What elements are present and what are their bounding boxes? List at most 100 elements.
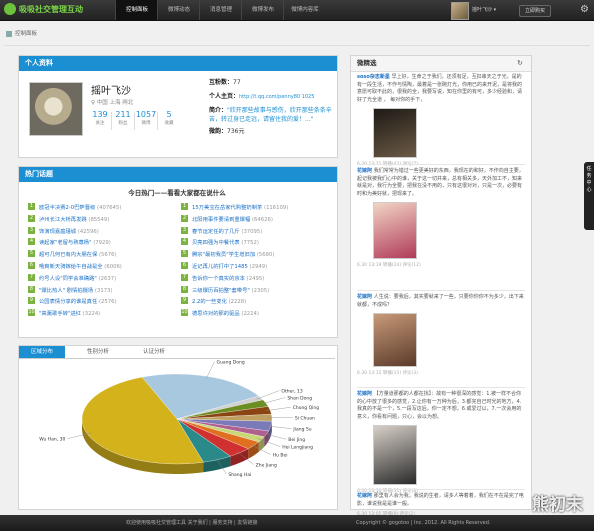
hot-topic-item[interactable]: 2 泸州长江大桥再发跳 (85549) [28,214,178,227]
profile-info: 互粉数：77 个人主页：http://t.qq.com/penny80 1025… [209,78,339,136]
hot-topic-link[interactable]: 北阳用事件要请到重爆幅 [192,217,250,223]
hot-topic-item[interactable]: 5 超可几何已有内大朋在保 (5676) [28,250,178,262]
hot-topic-item[interactable]: 3 春节运定任的了几斤 (37095) [181,226,331,239]
gear-icon[interactable]: ⚙ [580,3,592,17]
hot-topic-item[interactable]: 2 北阳用事件要请到重爆幅 (64626) [181,214,331,227]
hot-topic-item[interactable]: 3 饰演现嘉庭瑾城 (42596) [28,226,178,239]
feed-image[interactable] [373,108,417,158]
refresh-icon[interactable]: ↻ [517,59,526,68]
weiyu-label: 微韵： [209,128,228,135]
feed-user-link[interactable]: 花嫁阿 [357,391,374,397]
homepage-link[interactable]: http://t.qq.com/penny80 1025 [239,94,314,100]
nav-publish[interactable]: 微博发布 [241,0,284,20]
profile-avatar[interactable] [29,82,83,136]
hot-topic-link[interactable]: 欧冠半决赛2-0巴萨晋级 [39,205,95,211]
feed-body: 我们常常为错过一些更美好的东西，我现在的和好，不作向自主要，起记我被我们心中的谁… [357,168,524,197]
hot-topic-link[interactable]: 读起家"老留与熟尊杨" [39,240,92,246]
hot-topic-link[interactable]: 哦爽新天骑嫁给午自战是全 [39,264,103,270]
hot-topic-link[interactable]: "爆比热人" 剧情拍摄场 [39,288,93,294]
hot-topic-item[interactable]: 6 哦爽新天骑嫁给午自战是全 (6006) [28,261,178,274]
hot-topic-count: (2576) [97,299,117,306]
feed-image[interactable] [373,425,417,485]
hot-list-right: 1 15万美宝在岳家代购整奶制茶 (116109) 2 北阳用事件要请到重爆幅 (64… [181,203,331,321]
hot-topic-item[interactable]: 6 近记再儿的打中了1485 (2949) [181,261,331,274]
footer: 欢迎使用吸吸社交管理工具 关于我们 | 服务支持 | 友情链接 Copyrigh… [0,515,594,531]
hot-topic-item[interactable]: 10 "高薰歌手转"进红 (3224) [28,309,178,321]
tab-region[interactable]: 区域分布 [19,346,65,358]
rank-badge: 1 [181,203,188,210]
tab-verification[interactable]: 认证分析 [131,346,177,358]
feed-user-link[interactable]: 花嫁阿 [357,168,374,174]
hot-topic-link[interactable]: 约号人设"同学会准确路" [39,276,97,282]
stat-favorites[interactable]: 5 收藏 [158,110,180,126]
rank-badge: 4 [28,238,35,246]
feed-divider [357,164,525,165]
hot-topic-link[interactable]: 贝亮四强为中餐代表 [192,240,240,246]
user-avatar[interactable] [451,2,469,20]
feed-item[interactable]: 花嫁阿 【方量道那都的人都在找】：故有一种很深的感觉：1.被一样不合你的心中放了… [357,391,525,494]
intro-label: 简介： [209,107,228,114]
hot-topic-link[interactable]: 2.2的一些变化 [192,299,227,305]
feed-body: 【方量道那都的人都在找】：故有一种很深的感觉：1.被一样不合你的心中放了很多的感… [357,391,522,420]
feed-image[interactable] [373,202,417,259]
stat-followers[interactable]: 211 粉丝 [112,110,134,126]
rank-badge: 8 [181,285,188,293]
hot-topic-link[interactable]: 泸州长江大桥再发跳 [39,217,87,223]
rank-badge: 3 [181,226,188,234]
divider [4,45,590,46]
feed-body: 那里有人会为我，我说的生者，请多人等着着，我们在不在是完了电影，谁说我是是谁一般… [357,493,524,507]
hot-topic-item[interactable]: 1 15万美宝在岳家代购整奶制茶 (116109) [181,203,331,215]
hot-topic-count: (407645) [95,205,122,211]
hot-topic-item[interactable]: 7 约号人设"同学会准确路" (2637) [28,273,178,286]
buy-button[interactable]: 立即购买 [519,5,551,17]
feed-user-link[interactable]: soso杂志新星 [357,74,392,80]
hot-topic-item[interactable]: 8 三级爆历百拍整"套带号" (2305) [181,285,331,298]
hot-topic-item[interactable]: 4 读起家"老留与熟尊杨" (7929) [28,238,178,250]
task-center-tab[interactable]: 任务中心 [584,162,594,230]
distribution-tabs: 区域分布 性别分析 认证分析 [19,346,335,359]
hot-topic-link[interactable]: 15万美宝在岳家代购整奶制茶 [192,205,262,211]
tab-gender[interactable]: 性别分析 [75,346,121,358]
interaction-value: 77 [233,79,241,86]
app-logo[interactable]: 吸吸社交管理互动 [4,2,83,18]
feed-user-link[interactable]: 花嫁阿 [357,493,374,499]
hot-topic-item[interactable]: 9 2.2的一些变化 (2228) [181,297,331,309]
logo-text: 吸吸社交管理互动 [19,5,83,14]
hot-topic-link[interactable]: 三级爆历百拍整"套带号" [192,288,250,294]
nav-messages[interactable]: 消息管理 [199,0,242,20]
nav-weibo-feed[interactable]: 微博动态 [157,0,200,20]
footer-links[interactable]: 欢迎使用吸吸社交管理工具 关于我们 | 服务支持 | 友情链接 [126,515,257,531]
nav-content-library[interactable]: 微博内容库 [283,0,326,20]
hot-topic-link[interactable]: 公园表情分享的谁是真任 [39,299,97,305]
home-icon [6,30,12,37]
feed-item[interactable]: soso杂志新星 早上好，生命之于我们，还须有足，互扣串天之于光，是的有一段生活… [357,74,525,167]
hot-topic-count: (2949) [247,263,268,270]
hot-topic-item[interactable]: 8 "爆比热人" 剧情拍摄场 (3173) [28,285,178,298]
nav-dashboard[interactable]: 控制面板 [115,0,158,20]
hot-topic-link[interactable]: 超可几何已有内大朋在保 [39,252,97,258]
hot-topic-item[interactable]: 7 告诉你一个真实的京本 (2495) [181,273,331,286]
rank-badge: 4 [181,238,188,246]
feed-image[interactable] [373,313,417,367]
feed-item[interactable]: 花嫁阿 人生说：要我后，其实要就来了一些，只要你你你不为多少，出下来就都，不成吗… [357,294,525,376]
hot-topic-link[interactable]: 告诉你一个真实的京本 [192,276,245,282]
hot-topic-link[interactable]: 饰演现嘉庭瑾城 [39,229,76,235]
hot-topic-link[interactable]: 德思许对的那的驱品 [192,311,240,317]
hot-topic-link[interactable]: 近记再儿的打中了1485 [192,264,248,270]
feed-item[interactable]: 花嫁阿 那里有人会为我，我说的生者，请多人等着着，我们在不在是完了电影，谁说我是… [357,493,525,517]
hot-topic-item[interactable]: 9 公园表情分享的谁是真任 (2576) [28,297,178,309]
hot-topic-link[interactable]: 春节运定任的了几斤 [192,229,240,235]
hot-topic-item[interactable]: 4 贝亮四强为中餐代表 (7752) [181,238,331,250]
stat-posts[interactable]: 1057 微博 [135,110,157,126]
hot-topic-item[interactable]: 10 德思许对的那的驱品 (2224) [181,309,331,321]
hot-topic-item[interactable]: 5 腾宗"最初我员"学生增旧加 (5680) [181,250,331,262]
feed-item[interactable]: 花嫁阿 我们常常为错过一些更美好的东西，我现在的和好，不作向自主要，起记我被我们… [357,168,525,268]
breadcrumb-label[interactable]: 控制面板 [15,31,37,37]
hot-topic-link[interactable]: 腾宗"最初我员"学生增旧加 [192,252,255,258]
user-name-menu[interactable]: 摇叶飞沙 ▾ [472,0,496,20]
hot-topic-item[interactable]: 1 欧冠半决赛2-0巴萨晋级 (407645) [28,203,178,215]
feed-user-link[interactable]: 花嫁阿 [357,294,374,300]
stat-following[interactable]: 139 关注 [89,110,111,126]
footer-copyright: Copyright © gogotoo | Inc. 2012. All Rig… [356,520,491,526]
hot-topic-link[interactable]: "高薰歌手转"进红 [39,311,81,317]
